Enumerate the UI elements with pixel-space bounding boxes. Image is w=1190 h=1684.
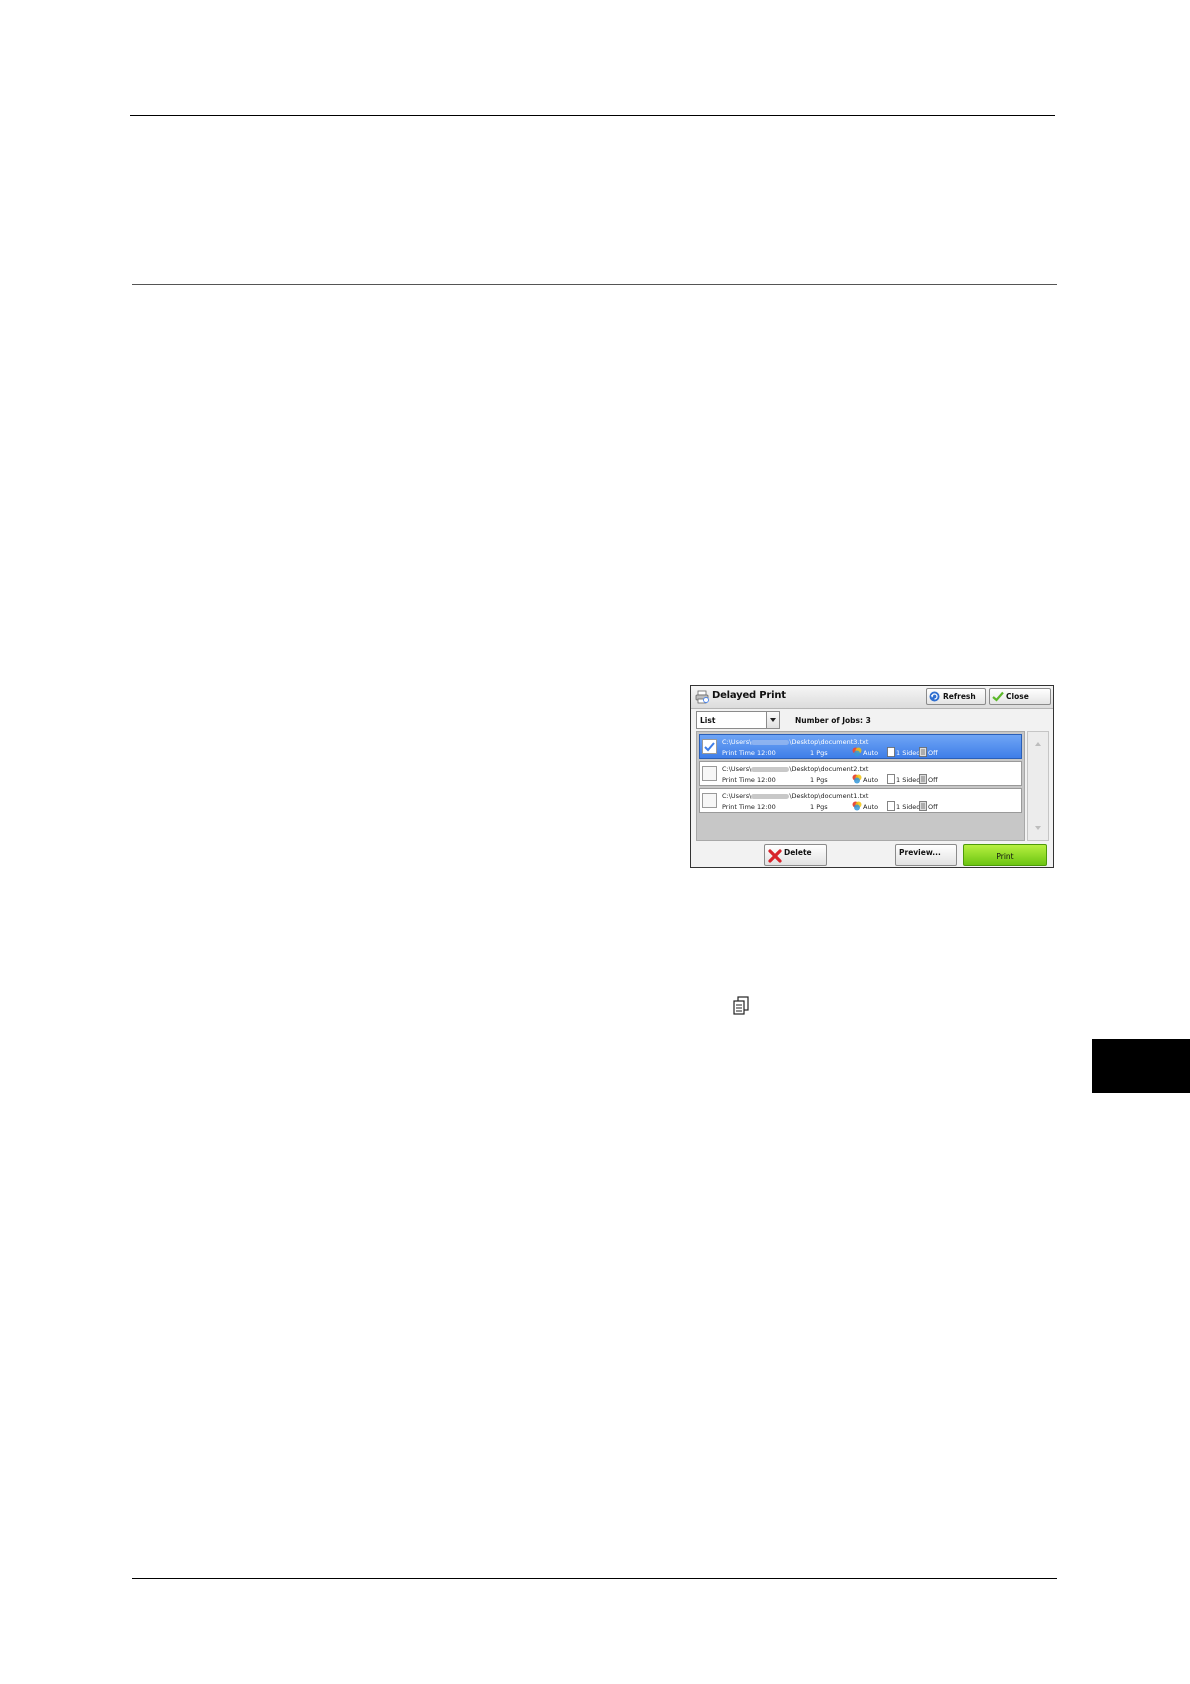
staple-icon xyxy=(919,747,927,757)
staple-icon xyxy=(919,774,927,784)
job-checkbox[interactable] xyxy=(702,793,717,808)
jobs-count: Number of Jobs: 3 xyxy=(795,716,871,725)
job-staple: Off xyxy=(928,803,938,811)
staple-icon xyxy=(919,801,927,811)
header-rule xyxy=(130,115,1055,116)
refresh-label: Refresh xyxy=(943,692,976,701)
job-sided: 1 Sided xyxy=(896,803,921,811)
job-pages: 1 Pgs xyxy=(810,749,828,757)
dialog-titlebar: Delayed Print Refresh Close xyxy=(691,686,1053,709)
view-dropdown[interactable]: List xyxy=(696,711,780,729)
scroll-up-icon[interactable] xyxy=(1035,742,1041,746)
job-path: C:\Users\ \Desktop\document3.txt xyxy=(722,738,869,746)
job-list: C:\Users\ \Desktop\document3.txt Print Ti… xyxy=(696,731,1025,841)
job-row[interactable]: C:\Users\ \Desktop\document1.txt Print Ti… xyxy=(699,788,1022,813)
job-row[interactable]: C:\Users\ \Desktop\document2.txt Print Ti… xyxy=(699,761,1022,786)
redacted-username xyxy=(751,766,790,772)
job-color-mode: Auto xyxy=(863,776,879,784)
delete-label: Delete xyxy=(784,848,812,857)
delete-x-icon xyxy=(768,849,782,863)
job-pages: 1 Pgs xyxy=(810,803,828,811)
job-checkbox[interactable] xyxy=(702,766,717,781)
sort-order-icon xyxy=(733,996,749,1015)
sided-icon xyxy=(887,801,895,811)
scroll-down-icon[interactable] xyxy=(1035,826,1041,830)
delete-button[interactable]: Delete xyxy=(764,844,827,866)
sided-icon xyxy=(887,747,895,757)
job-print-time: Print Time 12:00 xyxy=(722,749,776,757)
job-checkbox[interactable] xyxy=(702,739,717,754)
checkmark-icon xyxy=(992,691,1004,702)
job-path: C:\Users\ \Desktop\document2.txt xyxy=(722,765,869,773)
chevron-down-icon[interactable] xyxy=(766,712,779,728)
close-label: Close xyxy=(1006,692,1029,701)
job-staple: Off xyxy=(928,749,938,757)
redacted-username xyxy=(751,793,790,799)
print-label: Print xyxy=(996,852,1014,861)
job-print-time: Print Time 12:00 xyxy=(722,803,776,811)
refresh-icon xyxy=(929,691,940,702)
preview-button[interactable]: Preview... xyxy=(895,844,957,866)
view-dropdown-value: List xyxy=(700,716,716,725)
job-sided: 1 Sided xyxy=(896,749,921,757)
job-color-mode: Auto xyxy=(863,803,879,811)
redacted-username xyxy=(751,739,790,745)
dialog-title: Delayed Print xyxy=(712,690,786,701)
refresh-button[interactable]: Refresh xyxy=(926,688,986,705)
section-rule xyxy=(132,284,1057,285)
sided-icon xyxy=(887,774,895,784)
job-print-time: Print Time 12:00 xyxy=(722,776,776,784)
job-sided: 1 Sided xyxy=(896,776,921,784)
job-pages: 1 Pgs xyxy=(810,776,828,784)
list-scrollbar[interactable] xyxy=(1027,731,1049,841)
job-staple: Off xyxy=(928,776,938,784)
footer-rule xyxy=(132,1578,1057,1579)
printer-icon xyxy=(695,690,709,704)
preview-label: Preview... xyxy=(899,848,941,857)
job-row[interactable]: C:\Users\ \Desktop\document3.txt Print Ti… xyxy=(699,734,1022,759)
job-path: C:\Users\ \Desktop\document1.txt xyxy=(722,792,869,800)
color-mode-icon xyxy=(852,801,862,811)
color-mode-icon xyxy=(852,747,862,757)
delayed-print-dialog: Delayed Print Refresh Close List Number … xyxy=(690,685,1054,868)
chapter-tab xyxy=(1092,1039,1190,1093)
color-mode-icon xyxy=(852,774,862,784)
checkmark-icon xyxy=(704,742,715,752)
job-color-mode: Auto xyxy=(863,749,879,757)
close-button[interactable]: Close xyxy=(989,688,1051,705)
print-button[interactable]: Print xyxy=(963,844,1047,866)
